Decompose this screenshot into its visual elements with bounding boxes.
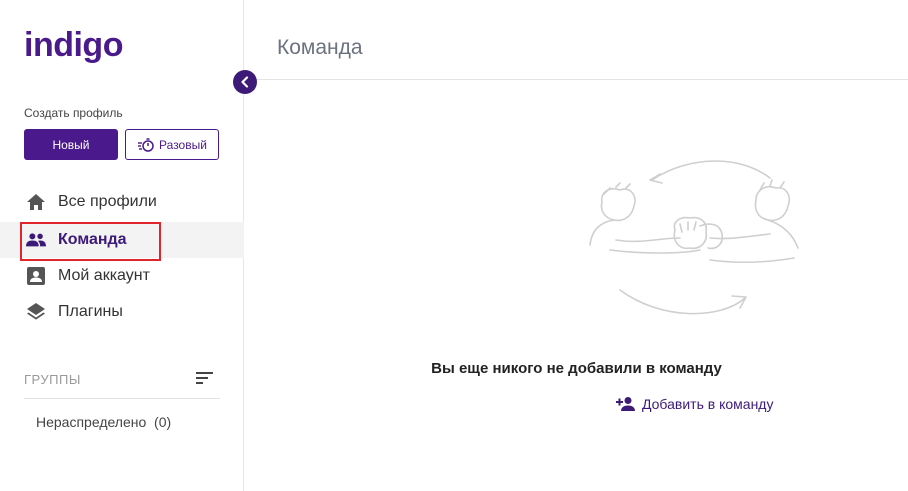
- divider: [24, 398, 220, 399]
- add-to-team-button[interactable]: Добавить в команду: [616, 396, 773, 412]
- one-time-label: Разовый: [159, 137, 207, 152]
- account-icon: [26, 266, 46, 286]
- groups-title: ГРУППЫ: [24, 372, 81, 387]
- sidebar-item-team[interactable]: Команда: [0, 222, 244, 258]
- one-time-profile-button[interactable]: Разовый: [125, 129, 219, 160]
- new-profile-button[interactable]: Новый: [24, 129, 118, 160]
- app-logo: indigo: [24, 26, 123, 64]
- sidebar-item-label: Команда: [58, 231, 127, 248]
- home-icon: [26, 192, 46, 212]
- layers-icon: [26, 302, 46, 322]
- add-to-team-label: Добавить в команду: [642, 396, 774, 412]
- timer-icon: [137, 137, 155, 153]
- page-header: Команда: [245, 0, 908, 80]
- sidebar-item-label: Плагины: [58, 303, 123, 320]
- empty-state-message: Вы еще никого не добавили в команду: [431, 360, 722, 377]
- sidebar-item-plugins[interactable]: Плагины: [0, 294, 244, 330]
- team-illustration: [580, 150, 810, 320]
- sort-icon[interactable]: [196, 371, 214, 387]
- collapse-sidebar-button[interactable]: [233, 70, 257, 94]
- team-icon: [26, 230, 46, 250]
- group-item-unassigned[interactable]: Нераспределено (0): [36, 414, 171, 430]
- sidebar-item-all-profiles[interactable]: Все профили: [0, 184, 244, 220]
- sidebar: indigo Создать профиль Новый Разовый Все…: [0, 0, 244, 491]
- chevron-left-icon: [240, 76, 250, 88]
- create-profile-label: Создать профиль: [24, 106, 123, 120]
- sidebar-item-my-account[interactable]: Мой аккаунт: [0, 258, 244, 294]
- sidebar-item-label: Мой аккаунт: [58, 267, 150, 284]
- add-person-icon: [616, 396, 636, 412]
- page-title: Команда: [277, 36, 363, 59]
- sidebar-item-label: Все профили: [58, 193, 157, 210]
